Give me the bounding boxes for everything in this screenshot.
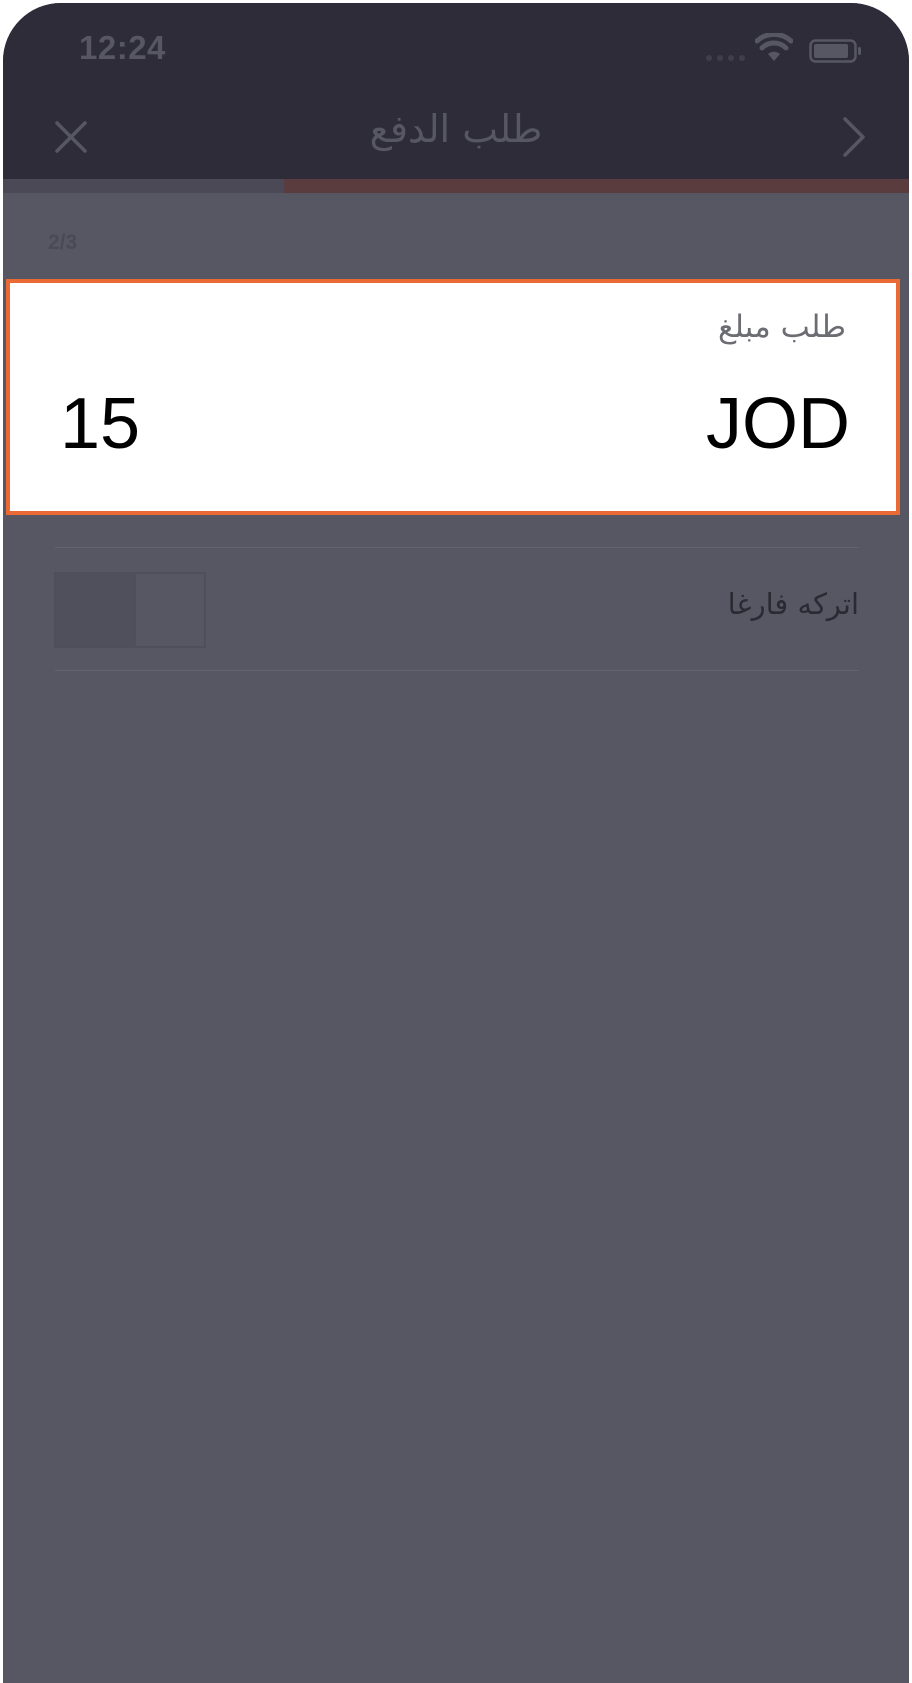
leave-empty-toggle[interactable] <box>54 572 206 648</box>
status-bar: 12:24 <box>3 3 909 99</box>
amount-label: طلب مبلغ <box>718 309 846 345</box>
divider-top <box>55 547 859 548</box>
wifi-icon <box>755 33 793 61</box>
page-title: طلب الدفع <box>369 107 543 151</box>
battery-icon <box>809 39 861 63</box>
amount-input-card[interactable]: طلب مبلغ JOD 15 <box>6 279 900 515</box>
currency-code: JOD <box>706 384 850 464</box>
toggle-separator <box>134 574 136 646</box>
divider-bottom <box>55 670 859 671</box>
leave-empty-label: اتركه فارغا <box>727 587 859 621</box>
app-screen: 12:24 طلب الدفع 2/3 طلب مبلغ JOD 15 اترك… <box>3 3 909 1683</box>
progress-bar-fill <box>283 179 909 193</box>
status-time: 12:24 <box>79 29 166 66</box>
step-counter: 2/3 <box>48 231 78 254</box>
chevron-right-icon[interactable] <box>839 115 869 159</box>
navigation-bar: طلب الدفع <box>3 99 909 179</box>
progress-bar <box>3 179 909 193</box>
device-frame: 12:24 طلب الدفع 2/3 طلب مبلغ JOD 15 اترك… <box>0 0 912 1683</box>
toggle-knob <box>56 574 134 646</box>
amount-input[interactable]: 15 <box>60 383 140 465</box>
signal-dots-icon <box>706 55 745 61</box>
